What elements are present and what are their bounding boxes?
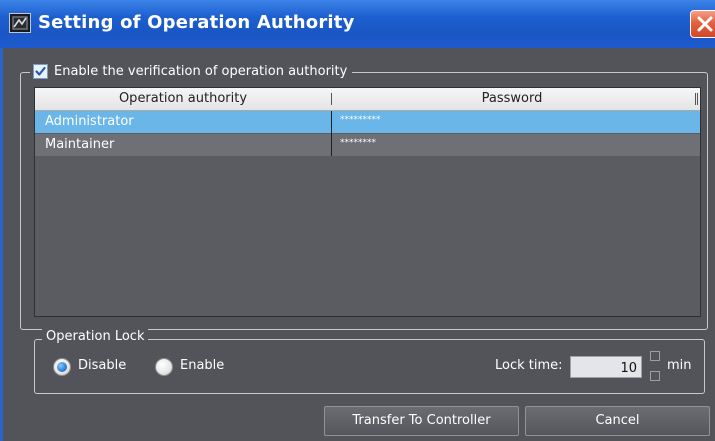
authority-table: Operation authority Password Administrat…: [34, 87, 701, 317]
table-header: Operation authority Password: [35, 88, 700, 111]
verification-label: Enable the verification of operation aut…: [54, 63, 348, 79]
password-cell[interactable]: *********: [340, 115, 381, 125]
disable-radio-label[interactable]: Disable: [78, 358, 126, 373]
column-header-password[interactable]: Password: [332, 91, 692, 106]
authority-cell: Maintainer: [45, 137, 115, 152]
window-title: Setting of Operation Authority: [38, 12, 355, 33]
password-cell[interactable]: ********: [340, 138, 376, 148]
lock-time-label: Lock time:: [495, 358, 563, 373]
dialog-window: Setting of Operation Authority Enable th…: [0, 0, 715, 441]
cancel-button[interactable]: Cancel: [525, 406, 710, 436]
spin-down-button[interactable]: [650, 371, 660, 381]
transfer-to-controller-button[interactable]: Transfer To Controller: [324, 406, 519, 436]
lock-time-input[interactable]: [570, 356, 642, 378]
column-header-authority[interactable]: Operation authority: [35, 91, 331, 106]
close-icon: [697, 16, 713, 32]
operation-lock-title: Operation Lock: [42, 329, 149, 344]
column-separator: [697, 93, 698, 105]
verification-checkbox-row[interactable]: Enable the verification of operation aut…: [30, 61, 353, 81]
enable-radio[interactable]: [155, 358, 173, 376]
column-separator[interactable]: [695, 93, 696, 105]
enable-radio-label[interactable]: Enable: [180, 358, 224, 373]
table-row[interactable]: Administrator *********: [35, 111, 700, 133]
radio-selected-dot: [57, 362, 67, 372]
disable-radio[interactable]: [53, 358, 71, 376]
verification-checkbox[interactable]: [33, 63, 48, 79]
authority-cell: Administrator: [45, 114, 134, 129]
table-row[interactable]: Maintainer ********: [35, 134, 700, 156]
lock-time-unit: min: [667, 358, 692, 373]
title-bar[interactable]: Setting of Operation Authority: [0, 0, 715, 48]
app-icon: [9, 13, 31, 33]
close-button[interactable]: [690, 10, 715, 38]
checkmark-icon: [35, 66, 46, 76]
window-frame-left: [0, 48, 3, 441]
spin-up-button[interactable]: [650, 351, 660, 361]
column-divider: [331, 111, 332, 156]
